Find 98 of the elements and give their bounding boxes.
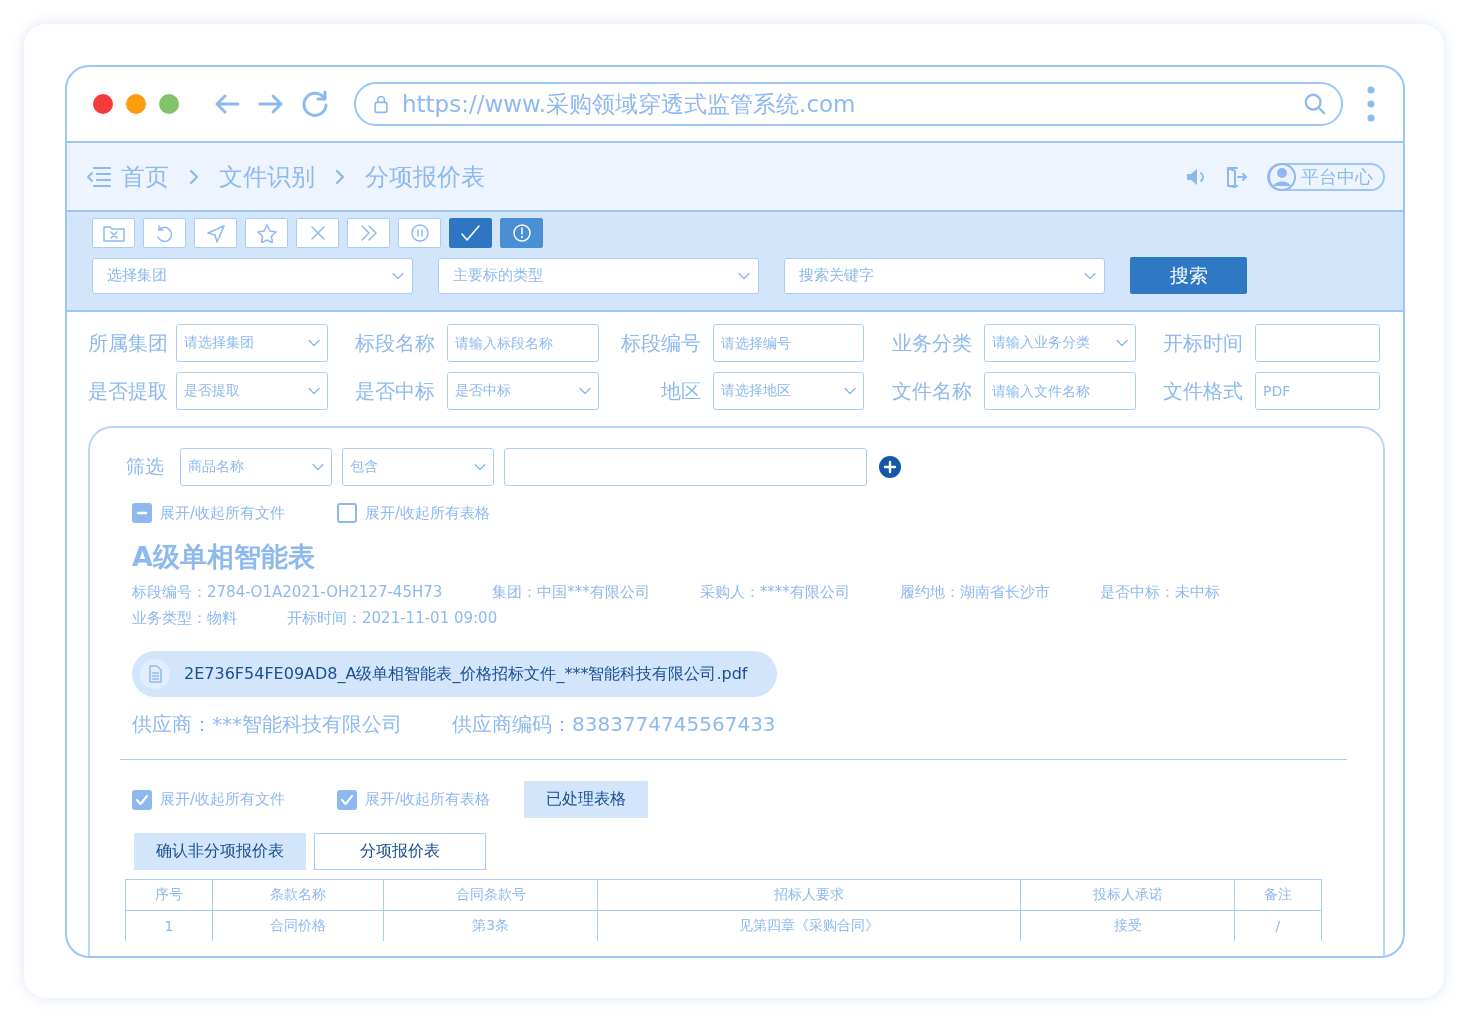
user-button[interactable]: 平台中心: [1267, 162, 1385, 191]
logout-icon[interactable]: [1225, 165, 1247, 188]
checkbox[interactable]: 展开/收起所有文件: [132, 789, 286, 810]
meta-text: 开标时间：2021-11-01 09:00: [287, 609, 498, 628]
input-field[interactable]: 请输入标段名称: [447, 324, 599, 362]
supplier-text: 供应商编码：8383774745567433: [452, 711, 776, 738]
caret-icon: [738, 271, 750, 280]
column-header: 合同条款号: [383, 879, 598, 911]
field-label: 文件格式: [1162, 377, 1244, 405]
field-label: 所属集团: [88, 329, 169, 357]
dropdown[interactable]: 搜索关键字: [784, 257, 1105, 294]
user-avatar-icon: [1267, 161, 1297, 192]
dropdown[interactable]: 请选择集团: [176, 324, 328, 362]
toolbar-button[interactable]: [92, 218, 135, 248]
search-icon[interactable]: [1303, 92, 1327, 116]
dropdown[interactable]: 包含: [342, 448, 494, 486]
dropdown[interactable]: 是否中标: [447, 372, 599, 410]
toolbar-button[interactable]: [398, 218, 441, 248]
dropdown[interactable]: 请选择地区: [713, 372, 864, 410]
add-icon[interactable]: [879, 456, 901, 478]
breadcrumb-link[interactable]: 文件识别: [219, 160, 315, 193]
field-label: 是否提取: [88, 377, 169, 405]
menu-icon[interactable]: [85, 164, 111, 189]
meta-text: 集团：中国***有限公司: [492, 583, 650, 602]
check-icon: [135, 792, 149, 807]
breadcrumb-link[interactable]: 分项报价表: [365, 160, 485, 193]
check-icon: [458, 223, 483, 243]
column-header: 条款名称: [212, 879, 384, 911]
caret-icon: [392, 271, 404, 280]
input-field[interactable]: [504, 448, 867, 486]
check-icon: [340, 792, 355, 807]
input-field[interactable]: PDF: [1255, 372, 1380, 410]
window-control-dot[interactable]: [159, 94, 179, 114]
chevron-right-icon: [187, 167, 201, 186]
url-text: https://www.采购领域穿透式监管系统.com: [402, 89, 857, 119]
meta-text: 业务类型：物料: [132, 609, 237, 628]
column-header: 投标人承诺: [1020, 879, 1235, 911]
column-header: 招标人要求: [597, 879, 1021, 911]
lock-icon: [372, 94, 390, 114]
search-button[interactable]: 搜索: [1130, 257, 1247, 294]
toolbar-button[interactable]: [347, 218, 390, 248]
breadcrumb-link[interactable]: 首页: [121, 160, 169, 193]
field-label: 标段名称: [354, 329, 436, 357]
toolbar-button[interactable]: [500, 218, 543, 248]
checkbox[interactable]: 展开/收起所有表格: [337, 503, 491, 523]
caret-icon: [474, 463, 486, 471]
table-cell: 1: [125, 910, 213, 941]
folder-x-icon: [101, 223, 126, 243]
caret-icon: [1084, 271, 1096, 280]
meta-text: 标段编号：2784-O1A2021-OH2127-45H73: [132, 583, 443, 602]
field-label: 文件名称: [891, 377, 973, 405]
dropdown[interactable]: 请输入业务分类: [984, 324, 1136, 362]
toolbar-button[interactable]: [194, 218, 237, 248]
toolbar-button[interactable]: [245, 218, 288, 248]
menu-icon[interactable]: [1367, 86, 1375, 122]
field-label: 业务分类: [891, 329, 973, 357]
window-control-dot[interactable]: [93, 94, 113, 114]
processed-tables-button[interactable]: 已处理表格: [524, 781, 649, 818]
input-field[interactable]: 请选择编号: [713, 324, 864, 362]
input-field[interactable]: 请输入文件名称: [984, 372, 1136, 410]
caret-icon: [312, 463, 324, 471]
checkbox[interactable]: 展开/收起所有表格: [337, 789, 491, 810]
chevron-right-icon: [333, 167, 347, 186]
field-label: 是否中标: [354, 377, 436, 405]
field-label: 开标时间: [1162, 329, 1244, 357]
caret-icon: [1116, 339, 1128, 347]
star-icon: [254, 223, 279, 243]
dropdown[interactable]: 选择集团: [92, 257, 413, 294]
dropdown[interactable]: 主要标的类型: [438, 257, 759, 294]
dropdown[interactable]: 商品名称: [180, 448, 332, 486]
caret-icon: [308, 387, 320, 395]
caret-icon: [844, 387, 856, 395]
caret-icon: [308, 339, 320, 347]
meta-text: 采购人：****有限公司: [699, 583, 850, 602]
meta-text: 是否中标：未中标: [1099, 583, 1220, 602]
column-header: 序号: [125, 879, 213, 911]
field-label: 标段编号: [620, 329, 702, 357]
meta-text: 履约地：湖南省长沙市: [899, 583, 1050, 602]
tab[interactable]: 分项报价表: [314, 833, 486, 870]
product-title: A级单相智能表: [132, 540, 316, 574]
caret-icon: [579, 387, 591, 395]
window-control-dot[interactable]: [126, 94, 146, 114]
document-icon: [140, 659, 170, 689]
toolbar-button[interactable]: [296, 218, 339, 248]
toolbar-button[interactable]: [449, 218, 492, 248]
field-label: 地区: [660, 377, 702, 405]
tab[interactable]: 确认非分项报价表: [134, 833, 306, 870]
filter-label: 筛选: [126, 454, 165, 479]
file-chip[interactable]: 2E736F54FE09AD8_A级单相智能表_价格招标文件_***智能科技有限公司.pdf: [132, 651, 778, 697]
address-bar[interactable]: https://www.采购领域穿透式监管系统.com: [354, 82, 1343, 126]
input-field[interactable]: [1255, 324, 1380, 362]
supplier-text: 供应商：***智能科技有限公司: [132, 711, 402, 738]
file-name: 2E736F54FE09AD8_A级单相智能表_价格招标文件_***智能科技有限公司.pdf: [184, 663, 748, 685]
checkbox[interactable]: 展开/收起所有文件: [132, 503, 286, 523]
reload-icon[interactable]: [300, 89, 330, 119]
dropdown[interactable]: 是否提取: [176, 372, 328, 410]
column-header: 备注: [1234, 879, 1322, 911]
toolbar-button[interactable]: [143, 218, 186, 248]
